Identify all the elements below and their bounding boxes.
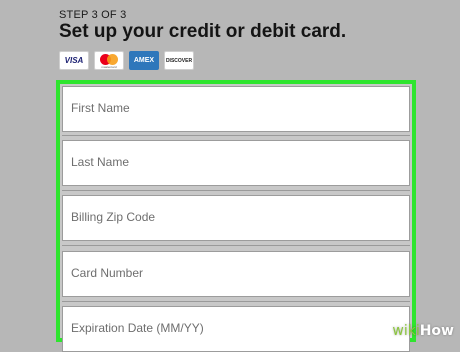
expiration-date-placeholder: Expiration Date (MM/YY): [71, 321, 204, 335]
divider: [62, 135, 410, 136]
accepted-cards: VISA mastercard AMEX DISCOVER: [59, 51, 194, 70]
first-name-field[interactable]: First Name: [62, 86, 410, 132]
amex-card-icon: AMEX: [129, 51, 159, 70]
card-number-placeholder: Card Number: [71, 266, 144, 280]
page-title: Set up your credit or debit card.: [59, 21, 347, 42]
card-number-field[interactable]: Card Number: [62, 251, 410, 297]
discover-card-icon: DISCOVER: [164, 51, 194, 70]
wikihow-watermark: wikiHow: [392, 323, 454, 339]
divider: [62, 190, 410, 191]
divider: [62, 245, 410, 246]
mastercard-card-icon: mastercard: [94, 51, 124, 70]
first-name-placeholder: First Name: [71, 101, 130, 115]
visa-card-icon: VISA: [59, 51, 89, 70]
billing-zip-field[interactable]: Billing Zip Code: [62, 195, 410, 241]
last-name-field[interactable]: Last Name: [62, 140, 410, 186]
step-indicator: STEP 3 OF 3: [59, 9, 127, 21]
expiration-date-field[interactable]: Expiration Date (MM/YY): [62, 306, 410, 352]
last-name-placeholder: Last Name: [71, 155, 130, 169]
divider: [62, 301, 410, 302]
card-form: First Name Last Name Billing Zip Code Ca…: [56, 80, 416, 352]
billing-zip-placeholder: Billing Zip Code: [71, 210, 156, 224]
